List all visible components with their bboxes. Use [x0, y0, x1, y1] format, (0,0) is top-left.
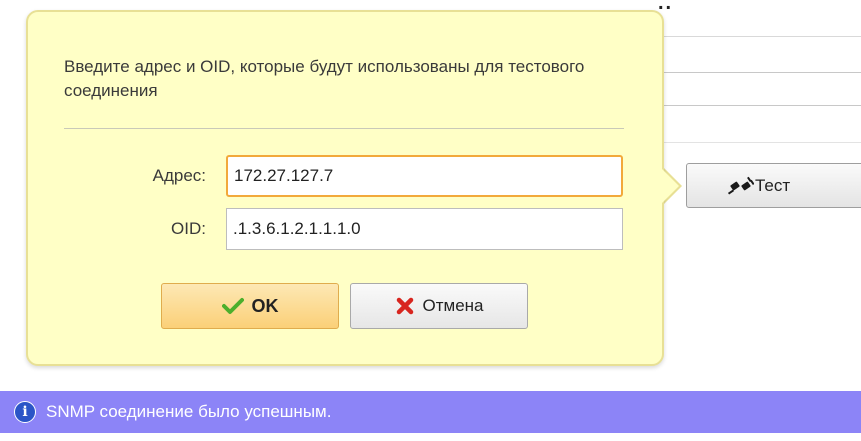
status-bar: i SNMP соединение было успешным.	[0, 391, 861, 433]
popup-arrow	[659, 166, 679, 206]
ok-button[interactable]: OK	[161, 283, 339, 329]
oid-input[interactable]	[226, 208, 623, 250]
test-button-label: Тест	[755, 175, 791, 195]
status-message: SNMP соединение было успешным.	[46, 402, 332, 421]
plug-icon	[728, 176, 754, 195]
popup-instruction-text: Введите адрес и OID, которые будут испол…	[64, 57, 585, 100]
cancel-button-label: Отмена	[422, 296, 484, 315]
info-icon: i	[14, 401, 36, 423]
screen: .. Тест Введите адрес и OID, которые буд…	[0, 0, 861, 441]
popup-separator	[64, 128, 624, 129]
ok-button-label: OK	[251, 295, 279, 316]
cancel-button[interactable]: Отмена	[350, 283, 528, 329]
checkmark-icon	[221, 298, 244, 314]
close-icon	[396, 297, 413, 315]
test-button[interactable]: Тест	[686, 163, 861, 208]
background-window-header	[660, 0, 861, 14]
oid-label: OID:	[171, 219, 206, 238]
address-input[interactable]	[226, 155, 623, 197]
background-input-field[interactable]	[660, 72, 861, 106]
address-label: Адрес:	[152, 166, 206, 185]
background-divider-2	[660, 142, 861, 143]
background-divider	[660, 36, 861, 37]
